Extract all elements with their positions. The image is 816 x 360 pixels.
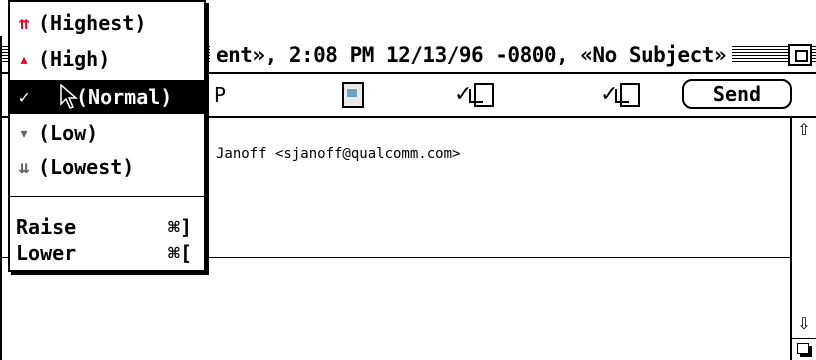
up-arrow-icon: ▴ bbox=[18, 48, 30, 70]
menu-item-lowest-label: (Lowest) bbox=[38, 155, 135, 179]
double-up-arrow-icon: ⇈ bbox=[18, 12, 30, 34]
down-arrow-icon: ▾ bbox=[18, 122, 30, 144]
menu-separator bbox=[10, 196, 204, 197]
zoom-box[interactable] bbox=[788, 44, 812, 66]
priority-popup-menu: ⇈ (Highest) ▴ (High) ✓ (Normal) ▾ (Low) … bbox=[8, 0, 206, 272]
scroll-down-icon[interactable]: ⇩ bbox=[794, 314, 814, 334]
check-attach-icon[interactable]: ✓ bbox=[454, 80, 495, 110]
menu-item-lower[interactable]: Lower ⌘[ bbox=[10, 236, 204, 270]
menu-item-lowest[interactable]: ⇊ (Lowest) bbox=[10, 150, 204, 184]
lower-shortcut: ⌘[ bbox=[167, 241, 192, 265]
menu-item-lower-label: Lower bbox=[16, 241, 77, 265]
menu-item-low-label: (Low) bbox=[38, 121, 99, 145]
vertical-scrollbar[interactable]: ⇧ ⇩ bbox=[790, 118, 816, 360]
menu-item-highest[interactable]: ⇈ (Highest) bbox=[10, 6, 204, 40]
menu-item-high-label: (High) bbox=[38, 47, 111, 71]
toolbar-partial-icon[interactable]: P bbox=[214, 80, 226, 110]
document-icon[interactable] bbox=[342, 80, 364, 110]
window-title: ent», 2:08 PM 12/13/96 -0800, «No Subjec… bbox=[210, 40, 733, 70]
to-field-value[interactable]: Janoff <sjanoff@qualcomm.com> bbox=[216, 146, 460, 162]
resize-grow-box[interactable] bbox=[790, 338, 816, 360]
menu-item-highest-label: (Highest) bbox=[38, 11, 147, 35]
send-button[interactable]: Send bbox=[682, 79, 792, 109]
check-copy-icon[interactable]: ✓ bbox=[600, 80, 641, 110]
scroll-up-icon[interactable]: ⇧ bbox=[794, 120, 814, 140]
checkmark-icon: ✓ bbox=[18, 86, 30, 108]
menu-item-high[interactable]: ▴ (High) bbox=[10, 42, 204, 76]
double-down-arrow-icon: ⇊ bbox=[18, 156, 30, 178]
mouse-pointer-icon bbox=[60, 83, 79, 117]
menu-item-low[interactable]: ▾ (Low) bbox=[10, 116, 204, 150]
menu-item-normal[interactable]: ✓ (Normal) bbox=[10, 80, 204, 114]
